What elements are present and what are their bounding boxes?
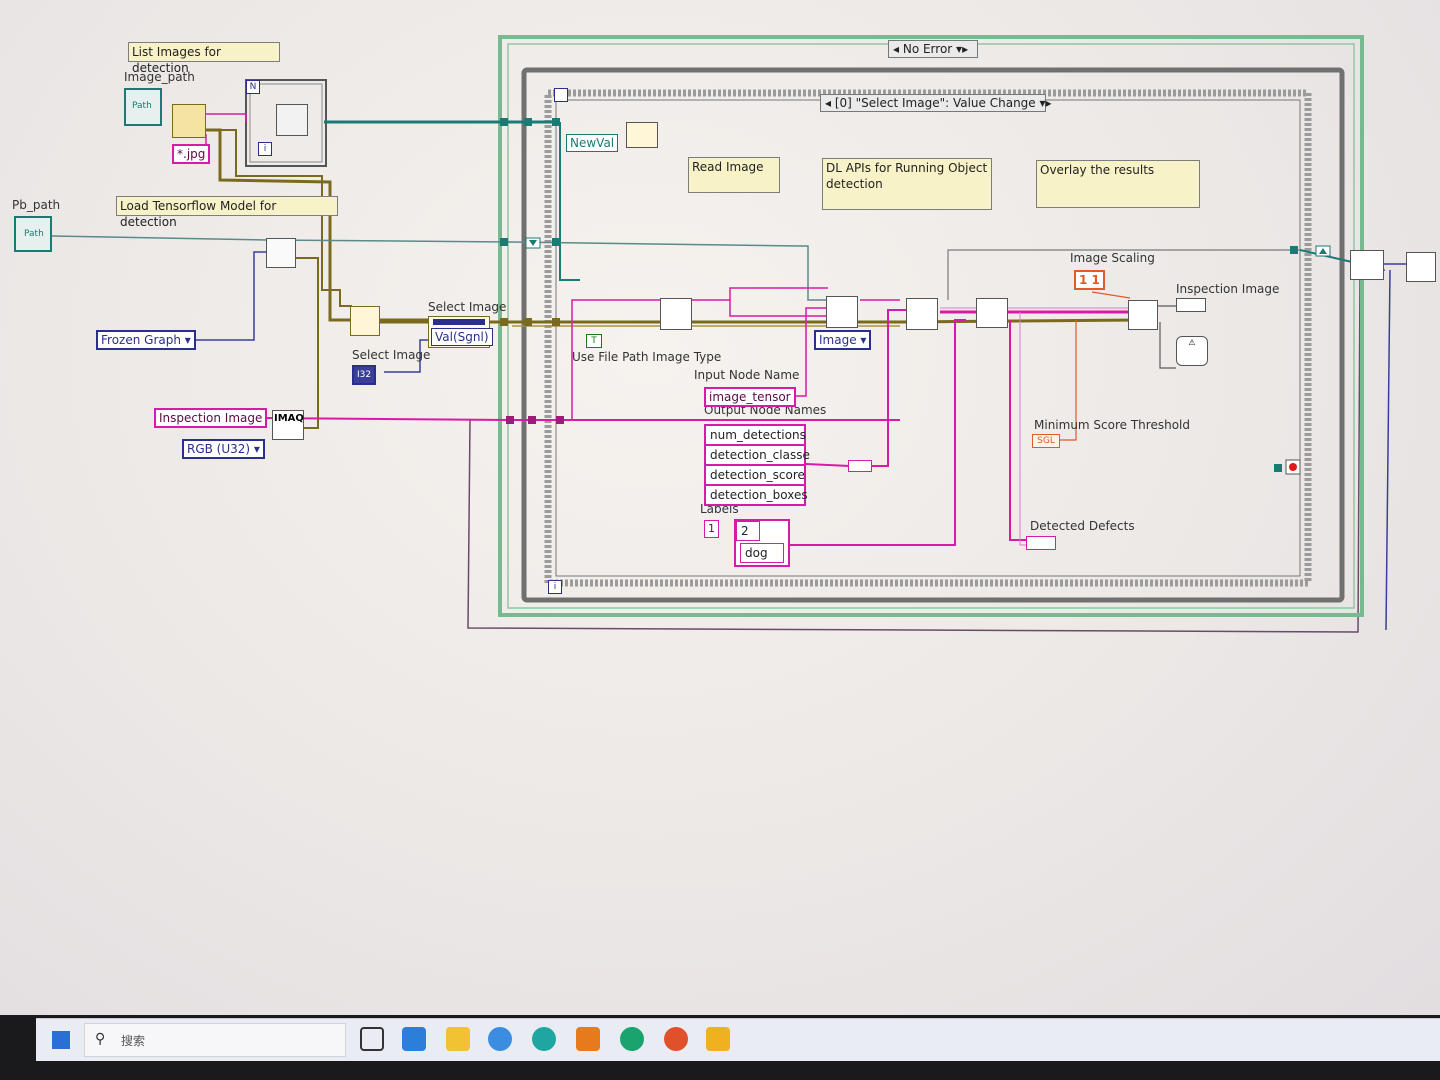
browser-360-icon[interactable] bbox=[488, 1027, 512, 1051]
val-sgnl-property[interactable]: Val(Sgnl) bbox=[431, 328, 493, 346]
label-min-score: Minimum Score Threshold bbox=[1034, 418, 1190, 432]
load-model-node[interactable] bbox=[266, 238, 296, 268]
imaq-label: IMAQ bbox=[274, 413, 304, 424]
build-array-node[interactable] bbox=[848, 460, 872, 472]
wire-pb-path bbox=[51, 235, 828, 301]
wire-frozen-graph bbox=[192, 251, 268, 341]
select-image-property-node[interactable]: Val(Sgnl) bbox=[428, 316, 493, 348]
dl-create-session-node[interactable] bbox=[826, 296, 858, 328]
select-image-i32[interactable]: I32 bbox=[352, 365, 377, 385]
output-node-1[interactable]: detection_classe bbox=[706, 446, 810, 466]
windows-start-icon[interactable] bbox=[52, 1031, 70, 1049]
frozen-graph-dropdown[interactable]: Frozen Graph ▾ bbox=[96, 330, 196, 350]
image-enum-value: Image bbox=[819, 333, 857, 347]
search-icon: ⚲ bbox=[95, 1031, 106, 1047]
path-label: Path bbox=[132, 101, 152, 111]
dispose-image-node[interactable] bbox=[1406, 252, 1436, 282]
comment-overlay: Overlay the results bbox=[1036, 160, 1200, 208]
labels-index-outer[interactable]: 1 bbox=[704, 520, 719, 538]
image-scaling-value: 1 1 bbox=[1079, 273, 1100, 287]
imaq-create-node[interactable]: IMAQ bbox=[272, 410, 304, 440]
list-folder-node[interactable] bbox=[172, 104, 206, 138]
overlay-node[interactable] bbox=[1128, 300, 1158, 330]
inspection-image-control[interactable]: Inspection Image bbox=[154, 408, 268, 428]
val-sgnl-label: Val(Sgnl) bbox=[435, 330, 489, 344]
comment-dl-apis: DL APIs for Running Object detection bbox=[822, 158, 992, 210]
task-view-icon[interactable] bbox=[360, 1027, 384, 1051]
close-session-node[interactable] bbox=[1350, 250, 1384, 280]
label-inspection-image-out: Inspection Image bbox=[1176, 282, 1280, 296]
app-blue-icon[interactable] bbox=[402, 1027, 426, 1051]
while-iteration-terminal: i bbox=[548, 580, 562, 594]
pb-path-terminal[interactable]: Path bbox=[14, 216, 52, 252]
output-node-3[interactable]: detection_boxes bbox=[706, 486, 808, 504]
read-image-node[interactable] bbox=[660, 298, 692, 330]
labview-block-diagram: List Images for detection Load Tensorflo… bbox=[0, 0, 1440, 1015]
dl-run-node[interactable] bbox=[906, 298, 938, 330]
label-input-node-name: Input Node Name bbox=[694, 368, 800, 382]
newval-terminal[interactable]: NewVal bbox=[566, 134, 619, 152]
while-loop bbox=[521, 67, 1345, 603]
label-pb-path: Pb_path bbox=[12, 198, 61, 212]
use-file-path-boolean[interactable]: T bbox=[586, 334, 602, 348]
event-selector-value: [0] "Select Image": Value Change bbox=[834, 96, 1036, 110]
wire-path-a bbox=[186, 128, 430, 322]
image-scaling-constant[interactable]: 1 1 bbox=[1074, 270, 1105, 290]
output-node-names-array[interactable]: num_detections detection_classe detectio… bbox=[704, 424, 810, 506]
jpg-pattern-constant[interactable]: *.jpg bbox=[172, 144, 211, 164]
case-selector[interactable]: ◂ No Error ▾▸ bbox=[888, 40, 978, 58]
frozen-graph-value: Frozen Graph bbox=[101, 333, 181, 347]
labels-value[interactable]: dog bbox=[740, 543, 784, 563]
labels-index-inner[interactable]: 2 bbox=[736, 521, 760, 541]
label-image-scaling: Image Scaling bbox=[1070, 251, 1155, 265]
inspection-image-indicator[interactable] bbox=[1176, 298, 1206, 312]
labels-array[interactable]: 2 dog bbox=[734, 519, 790, 567]
label-detected-defects: Detected Defects bbox=[1030, 519, 1135, 533]
output-node-2[interactable]: detection_score bbox=[706, 466, 805, 486]
path-label: Path bbox=[24, 229, 44, 239]
wire-image-pink bbox=[261, 417, 900, 421]
detected-defects-indicator[interactable] bbox=[1026, 536, 1056, 550]
edge-browser-icon[interactable] bbox=[620, 1027, 644, 1051]
taskbar-search[interactable]: ⚲ 搜索 bbox=[84, 1023, 346, 1057]
case-selector-value: No Error bbox=[902, 42, 953, 56]
event-timeout-icon bbox=[554, 88, 568, 102]
windows-taskbar: ⚲ 搜索 bbox=[36, 1018, 1440, 1061]
event-selector[interactable]: ◂ [0] "Select Image": Value Change ▾▸ bbox=[820, 94, 1052, 112]
output-node-0[interactable]: num_detections bbox=[706, 426, 806, 446]
newval-unbundle-node[interactable] bbox=[626, 122, 658, 148]
image-type-dropdown[interactable]: RGB (U32) ▾ bbox=[182, 439, 265, 459]
label-use-file-path: Use File Path Image Type bbox=[572, 350, 722, 364]
i32-label: I32 bbox=[357, 370, 372, 380]
comment-list-images: List Images for detection bbox=[128, 42, 280, 75]
search-placeholder: 搜索 bbox=[121, 1034, 146, 1048]
image-type-value: RGB (U32) bbox=[187, 442, 251, 456]
input-node-name-value: image_tensor bbox=[709, 390, 791, 404]
build-path-node[interactable] bbox=[276, 104, 308, 136]
label-select-image-top: Select Image bbox=[428, 300, 507, 314]
loop-iteration-terminal: i bbox=[258, 142, 272, 156]
min-score-constant[interactable]: SGL bbox=[1032, 434, 1060, 448]
property-bar bbox=[433, 319, 485, 325]
inspection-image-label: Inspection Image bbox=[159, 411, 263, 425]
error-handler-node[interactable]: ⚠ bbox=[1176, 336, 1208, 366]
labview-diagram-icon[interactable] bbox=[706, 1027, 730, 1051]
image-enum-dropdown[interactable]: Image ▾ bbox=[814, 330, 872, 350]
dl-results-node[interactable] bbox=[976, 298, 1008, 328]
index-array-node[interactable] bbox=[350, 306, 380, 336]
label-image-path: Image_path bbox=[124, 70, 195, 84]
labview-app-icon[interactable] bbox=[664, 1027, 688, 1051]
newval-label: NewVal bbox=[570, 136, 615, 150]
comment-read-image: Read Image bbox=[688, 157, 780, 193]
labels-index-outer-value: 1 bbox=[708, 522, 715, 535]
file-explorer-icon[interactable] bbox=[446, 1027, 470, 1051]
input-node-name-constant[interactable]: image_tensor bbox=[704, 387, 796, 407]
search-app-icon[interactable] bbox=[532, 1027, 556, 1051]
image-path-terminal[interactable]: Path bbox=[124, 88, 162, 126]
comment-load-model: Load Tensorflow Model for detection bbox=[116, 196, 338, 229]
loop-count-terminal: N bbox=[246, 80, 260, 94]
office-app-icon[interactable] bbox=[576, 1027, 600, 1051]
label-select-image-left: Select Image bbox=[352, 348, 431, 362]
wire-main-olive bbox=[380, 318, 1141, 324]
